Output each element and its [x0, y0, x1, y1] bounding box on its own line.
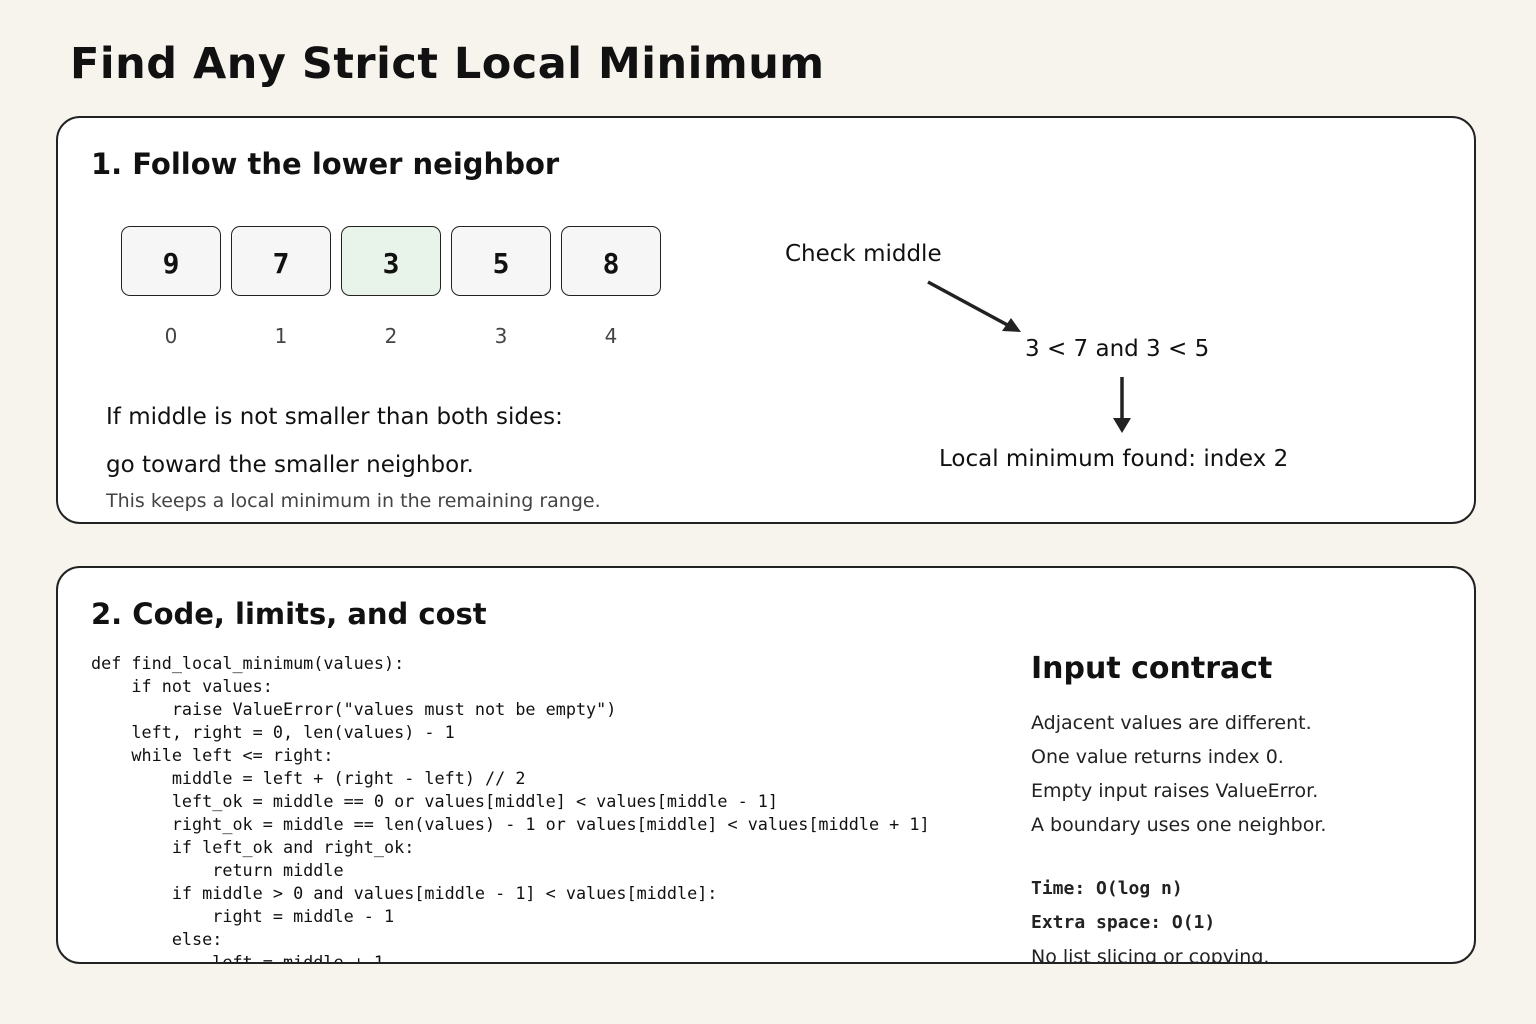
- code-limits-cost-panel: 2. Code, limits, and cost def find_local…: [56, 566, 1476, 964]
- section-1-heading: 1. Follow the lower neighbor: [91, 147, 560, 181]
- array-cell: 9: [121, 226, 221, 296]
- space-complexity: Extra space: O(1): [1031, 912, 1216, 933]
- array-cell: 5: [451, 226, 551, 296]
- array-cell: 7: [231, 226, 331, 296]
- rule-line-2: go toward the smaller neighbor.: [106, 452, 474, 478]
- rule-note: This keeps a local minimum in the remain…: [106, 490, 601, 512]
- follow-lower-neighbor-panel: 1. Follow the lower neighbor 9 0 7 1 3 2…: [56, 116, 1476, 524]
- time-complexity: Time: O(log n): [1031, 878, 1183, 899]
- cost-list: Time: O(log n) Extra space: O(1) No list…: [1031, 872, 1270, 964]
- contract-list: Adjacent values are different. One value…: [1031, 706, 1326, 842]
- contract-item: A boundary uses one neighbor.: [1031, 814, 1327, 836]
- cell-value: 7: [272, 246, 290, 280]
- cell-value: 3: [382, 246, 400, 280]
- section-2-heading: 2. Code, limits, and cost: [91, 597, 487, 631]
- array-cell: 8: [561, 226, 661, 296]
- flow-compare-label: 3 < 7 and 3 < 5: [1025, 336, 1210, 362]
- cell-index: 2: [384, 324, 398, 348]
- flow-result-label: Local minimum found: index 2: [939, 446, 1289, 472]
- check-arrow-line: [927, 280, 1014, 330]
- cell-index: 3: [494, 324, 508, 348]
- array-cells: 9 0 7 1 3 2 5 3 8 4: [121, 226, 681, 348]
- contract-item: Adjacent values are different.: [1031, 712, 1312, 734]
- cost-note: No list slicing or copying.: [1031, 946, 1270, 964]
- page-title: Find Any Strict Local Minimum: [70, 39, 825, 89]
- cell-index: 0: [164, 324, 178, 348]
- cell-value: 5: [492, 246, 510, 280]
- code-block: def find_local_minimum(values): if not v…: [91, 653, 930, 964]
- contract-title: Input contract: [1031, 651, 1273, 686]
- cell-value: 8: [602, 246, 620, 280]
- rule-line-1: If middle is not smaller than both sides…: [106, 404, 563, 430]
- contract-item: Empty input raises ValueError.: [1031, 780, 1319, 802]
- flow-check-label: Check middle: [785, 241, 942, 267]
- result-arrow-head: [1113, 418, 1131, 433]
- cell-value: 9: [162, 246, 180, 280]
- cell-index: 1: [274, 324, 288, 348]
- cell-index: 4: [604, 324, 618, 348]
- check-arrow-head: [1002, 318, 1021, 332]
- contract-item: One value returns index 0.: [1031, 746, 1284, 768]
- array-cell-highlighted: 3: [341, 226, 441, 296]
